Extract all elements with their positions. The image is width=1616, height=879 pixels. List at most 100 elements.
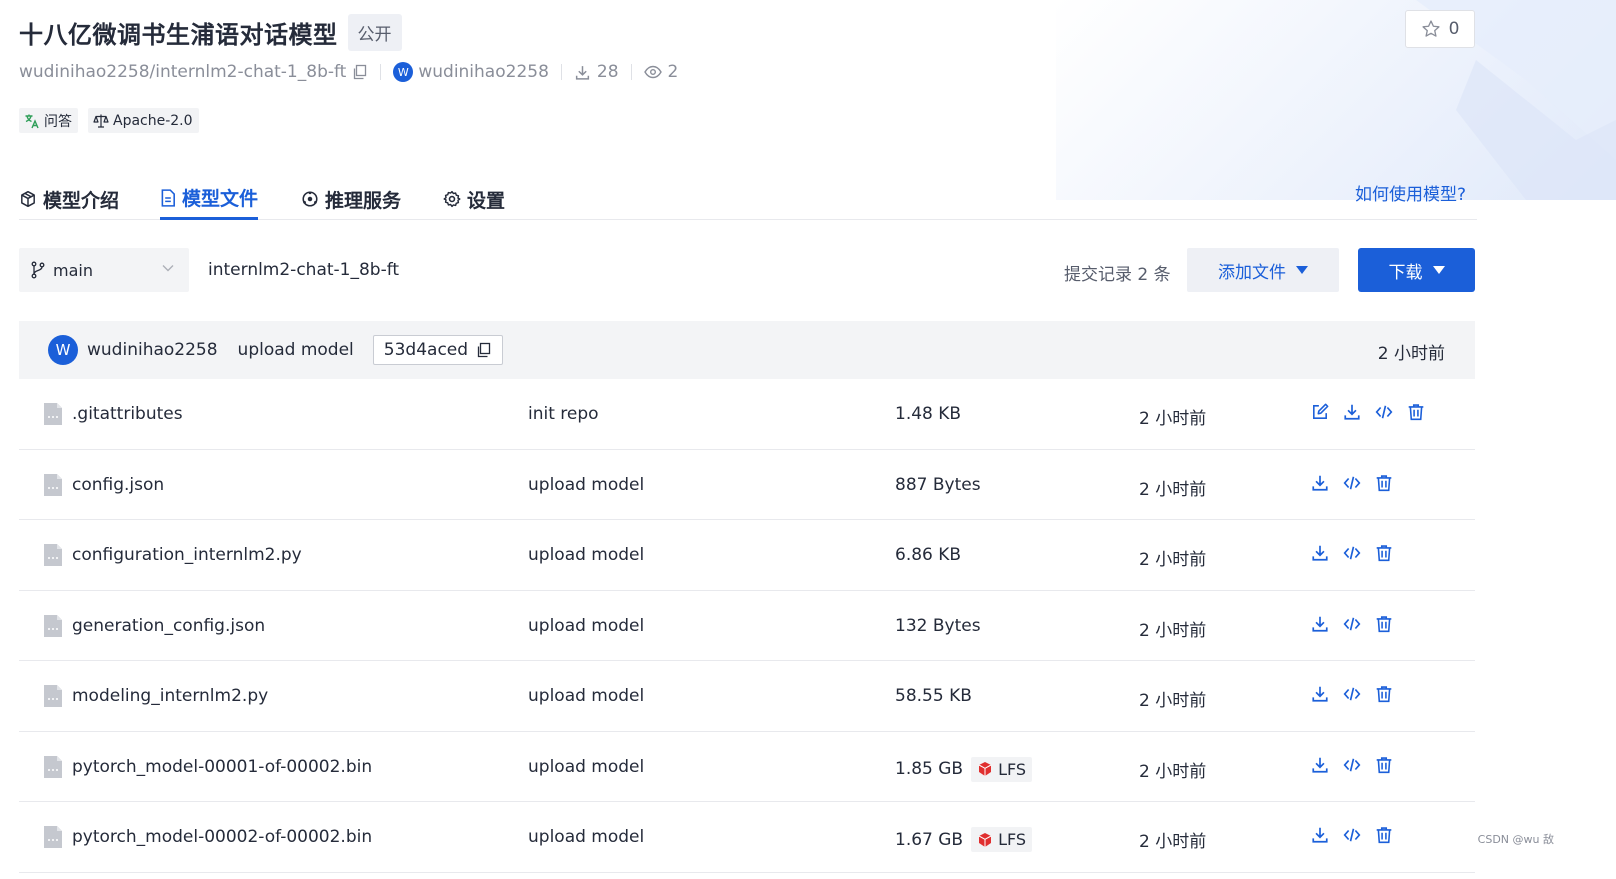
- file-name[interactable]: modeling_internlm2.py: [72, 686, 268, 706]
- tab-label: 设置: [467, 189, 506, 212]
- tab-label: 推理服务: [325, 189, 402, 212]
- file-icon: [43, 614, 63, 638]
- code-icon[interactable]: [1375, 403, 1393, 421]
- file-size-cell: 1.85 GB LFS: [895, 756, 1033, 782]
- file-size-cell: 132 Bytes: [895, 616, 981, 636]
- latest-commit-bar: W wudinihao2258 upload model 53d4aced 2 …: [19, 321, 1475, 379]
- file-row[interactable]: modeling_internlm2.py upload model 58.55 K…: [19, 661, 1475, 732]
- trash-icon[interactable]: [1375, 615, 1393, 633]
- download-icon[interactable]: [1311, 826, 1329, 844]
- visibility-badge: 公开: [347, 14, 402, 51]
- breadcrumb-path: internlm2-chat-1_8b-ft: [208, 260, 400, 280]
- file-name[interactable]: pytorch_model-00001-of-00002.bin: [72, 757, 372, 777]
- edit-icon[interactable]: [1311, 403, 1329, 421]
- download-icon[interactable]: [1311, 474, 1329, 492]
- file-name-cell[interactable]: config.json: [43, 473, 164, 497]
- file-name[interactable]: config.json: [72, 475, 164, 495]
- file-name[interactable]: .gitattributes: [72, 404, 183, 424]
- trash-icon[interactable]: [1375, 756, 1393, 774]
- file-size-cell: 1.48 KB: [895, 404, 961, 424]
- tag-task[interactable]: 问答: [19, 108, 78, 133]
- star-button[interactable]: 0: [1405, 10, 1475, 48]
- code-icon[interactable]: [1343, 615, 1361, 633]
- branch-selector[interactable]: main: [19, 248, 189, 292]
- scale-icon: [93, 113, 109, 129]
- file-name-cell[interactable]: configuration_internlm2.py: [43, 543, 302, 567]
- code-icon[interactable]: [1343, 756, 1361, 774]
- file-size: 58.55 KB: [895, 686, 972, 706]
- commit-history-link[interactable]: 提交记录 2 条: [1064, 260, 1171, 285]
- code-icon[interactable]: [1343, 826, 1361, 844]
- file-icon: [43, 825, 63, 849]
- download-icon[interactable]: [1311, 615, 1329, 633]
- file-size: 1.85 GB: [895, 759, 964, 779]
- file-size: 132 Bytes: [895, 615, 981, 636]
- file-icon: [43, 473, 63, 497]
- file-commit-message: upload model: [528, 474, 645, 495]
- commit-author[interactable]: wudinihao2258: [87, 340, 218, 360]
- file-row[interactable]: pytorch_model-00001-of-00002.bin upload m…: [19, 732, 1475, 802]
- file-name-cell[interactable]: .gitattributes: [43, 402, 183, 426]
- add-file-button[interactable]: 添加文件: [1187, 248, 1339, 292]
- file-icon: [43, 402, 63, 426]
- tag-license[interactable]: Apache-2.0: [88, 108, 199, 133]
- file-size-cell: 1.67 GB LFS: [895, 827, 1033, 852]
- trash-icon[interactable]: [1375, 826, 1393, 844]
- file-row[interactable]: configuration_internlm2.py upload model 6.…: [19, 520, 1475, 591]
- view-count: 2: [667, 62, 679, 82]
- code-icon[interactable]: [1343, 544, 1361, 562]
- commit-author-avatar[interactable]: W: [48, 335, 78, 365]
- file-actions: [1311, 403, 1425, 421]
- file-row[interactable]: config.json upload model 887 Bytes 2 小时前: [19, 450, 1475, 520]
- download-count: 28: [596, 62, 619, 82]
- file-actions: [1311, 685, 1393, 703]
- add-file-label: 添加文件: [1218, 262, 1286, 283]
- file-time: 2 小时前: [1139, 409, 1207, 429]
- cube-icon: [19, 190, 37, 208]
- tab-model-intro[interactable]: 模型介绍: [19, 178, 119, 220]
- lfs-icon: [977, 832, 993, 848]
- caret-down-icon: [1296, 266, 1308, 274]
- tab-model-files[interactable]: 模型文件: [160, 178, 259, 220]
- code-icon[interactable]: [1343, 474, 1361, 492]
- file-commit-message: upload model: [528, 545, 645, 565]
- file-row[interactable]: generation_config.json upload model 132 By…: [19, 591, 1475, 661]
- file-name-cell[interactable]: pytorch_model-00002-of-00002.bin: [43, 825, 372, 849]
- commit-hash-text: 53d4aced: [383, 340, 469, 360]
- file-name[interactable]: pytorch_model-00002-of-00002.bin: [72, 827, 372, 847]
- gear-icon: [443, 190, 461, 208]
- owner-avatar[interactable]: W: [393, 62, 414, 82]
- trash-icon[interactable]: [1375, 474, 1393, 492]
- code-icon[interactable]: [1343, 685, 1361, 703]
- file-name-cell[interactable]: pytorch_model-00001-of-00002.bin: [43, 755, 372, 779]
- copy-icon: [476, 342, 492, 358]
- download-button[interactable]: 下载: [1358, 248, 1475, 292]
- tab-settings[interactable]: 设置: [443, 178, 505, 220]
- commit-hash[interactable]: 53d4aced: [372, 335, 504, 365]
- download-icon[interactable]: [1311, 544, 1329, 562]
- copy-icon[interactable]: [352, 64, 368, 80]
- trash-icon[interactable]: [1407, 403, 1425, 421]
- file-actions: [1311, 474, 1393, 492]
- download-icon[interactable]: [1343, 403, 1361, 421]
- file-row[interactable]: pytorch_model-00002-of-00002.bin upload m…: [19, 802, 1475, 873]
- file-commit-message: init repo: [528, 404, 599, 424]
- file-icon: [43, 543, 63, 567]
- owner-link[interactable]: wudinihao2258: [418, 62, 549, 82]
- download-icon[interactable]: [1311, 756, 1329, 774]
- model-title: 十八亿微调书生浦语对话模型: [19, 21, 338, 49]
- chevron-down-icon: [161, 261, 175, 275]
- tag-label: 问答: [44, 113, 72, 130]
- file-size-cell: 887 Bytes: [895, 475, 981, 495]
- file-name-cell[interactable]: modeling_internlm2.py: [43, 684, 268, 708]
- how-to-use-link[interactable]: 如何使用模型?: [1355, 180, 1466, 205]
- trash-icon[interactable]: [1375, 685, 1393, 703]
- file-name[interactable]: configuration_internlm2.py: [72, 545, 302, 565]
- download-icon[interactable]: [1311, 685, 1329, 703]
- tab-inference-service[interactable]: 推理服务: [301, 178, 401, 220]
- file-name[interactable]: generation_config.json: [72, 616, 265, 636]
- file-row[interactable]: .gitattributes init repo 1.48 KB 2 小时前: [19, 379, 1475, 450]
- file-commit-message: upload model: [528, 756, 645, 777]
- trash-icon[interactable]: [1375, 544, 1393, 562]
- file-name-cell[interactable]: generation_config.json: [43, 614, 265, 638]
